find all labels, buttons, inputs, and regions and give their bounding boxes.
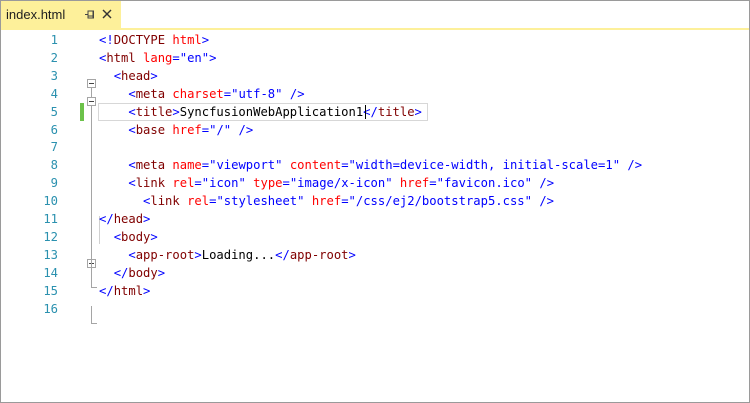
code-line[interactable]: 16 xyxy=(1,300,749,318)
line-number: 4 xyxy=(50,86,58,101)
line-number: 8 xyxy=(50,158,58,173)
code-text: </head> xyxy=(99,212,151,226)
code-text: </body> xyxy=(113,265,166,280)
code-text: <html lang="en"> xyxy=(99,50,217,65)
line-number: 16 xyxy=(43,301,58,316)
tab-strip: index.html xyxy=(1,1,749,28)
code-line[interactable]: 1 <!DOCTYPE html> xyxy=(1,31,749,49)
text-caret xyxy=(365,104,367,119)
code-line[interactable]: 5 <title>SyncfusionWebApplication1</titl… xyxy=(1,102,749,121)
line-number: 14 xyxy=(43,265,58,280)
code-line[interactable]: 13 <app-root>Loading...</app-root> xyxy=(1,246,749,264)
tab-title: index.html xyxy=(6,7,66,22)
pin-icon[interactable] xyxy=(83,8,95,20)
line-number: 7 xyxy=(50,140,58,155)
code-text: <title>SyncfusionWebApplication1</title> xyxy=(128,104,422,119)
code-line[interactable]: 10 <link rel="stylesheet" href="/css/ej2… xyxy=(1,192,749,210)
code-text: <meta name="viewport" content="width=dev… xyxy=(128,158,643,173)
code-text: </html> xyxy=(99,283,151,298)
code-text: <meta charset="utf-8" /> xyxy=(128,86,305,101)
outline-guide xyxy=(91,323,97,324)
code-line[interactable]: 4 <meta charset="utf-8" /> xyxy=(1,85,749,103)
code-text: <body> xyxy=(113,229,158,244)
code-text: <!DOCTYPE html> xyxy=(99,33,210,47)
tab-index-html[interactable]: index.html xyxy=(1,1,121,28)
line-number: 10 xyxy=(43,194,58,209)
code-line[interactable]: 9 <link rel="icon" type="image/x-icon" h… xyxy=(1,174,749,192)
code-text: <link rel="icon" type="image/x-icon" hre… xyxy=(128,176,555,191)
line-number: 12 xyxy=(43,229,58,244)
change-marker xyxy=(80,102,84,121)
line-number: 13 xyxy=(43,247,58,262)
code-line[interactable]: 3 <head> xyxy=(1,67,749,85)
code-line[interactable]: 6 <base href="/" /> xyxy=(1,121,749,139)
code-text: <head> xyxy=(113,68,158,83)
line-number: 15 xyxy=(43,283,58,298)
code-text: <link rel="stylesheet" href="/css/ej2/bo… xyxy=(143,194,555,209)
code-text: <base href="/" /> xyxy=(128,122,254,137)
close-icon[interactable] xyxy=(101,8,113,20)
code-editor[interactable]: 1 <!DOCTYPE html> 2 <html lang="en"> 3 <head… xyxy=(1,30,749,402)
line-number: 6 xyxy=(50,122,58,137)
code-line[interactable]: 12 <body> xyxy=(1,228,749,246)
code-line[interactable]: 2 <html lang="en"> xyxy=(1,49,749,67)
code-line[interactable]: 7 xyxy=(1,138,749,156)
code-line[interactable]: 11 </head> xyxy=(1,210,749,228)
code-line[interactable]: 8 <meta name="viewport" content="width=d… xyxy=(1,156,749,174)
code-line[interactable]: 15 </html> xyxy=(1,282,749,300)
editor-window: index.html 1 <!DOCTYPE html> 2 <html lan… xyxy=(0,0,750,403)
line-number: 2 xyxy=(50,50,58,65)
line-number: 11 xyxy=(43,212,58,226)
code-line[interactable]: 14 </body> xyxy=(1,264,749,282)
line-number: 9 xyxy=(50,176,58,191)
code-text: <app-root>Loading...</app-root> xyxy=(128,247,356,262)
line-number: 1 xyxy=(50,33,58,47)
line-number: 5 xyxy=(50,104,58,119)
line-number: 3 xyxy=(50,68,58,83)
